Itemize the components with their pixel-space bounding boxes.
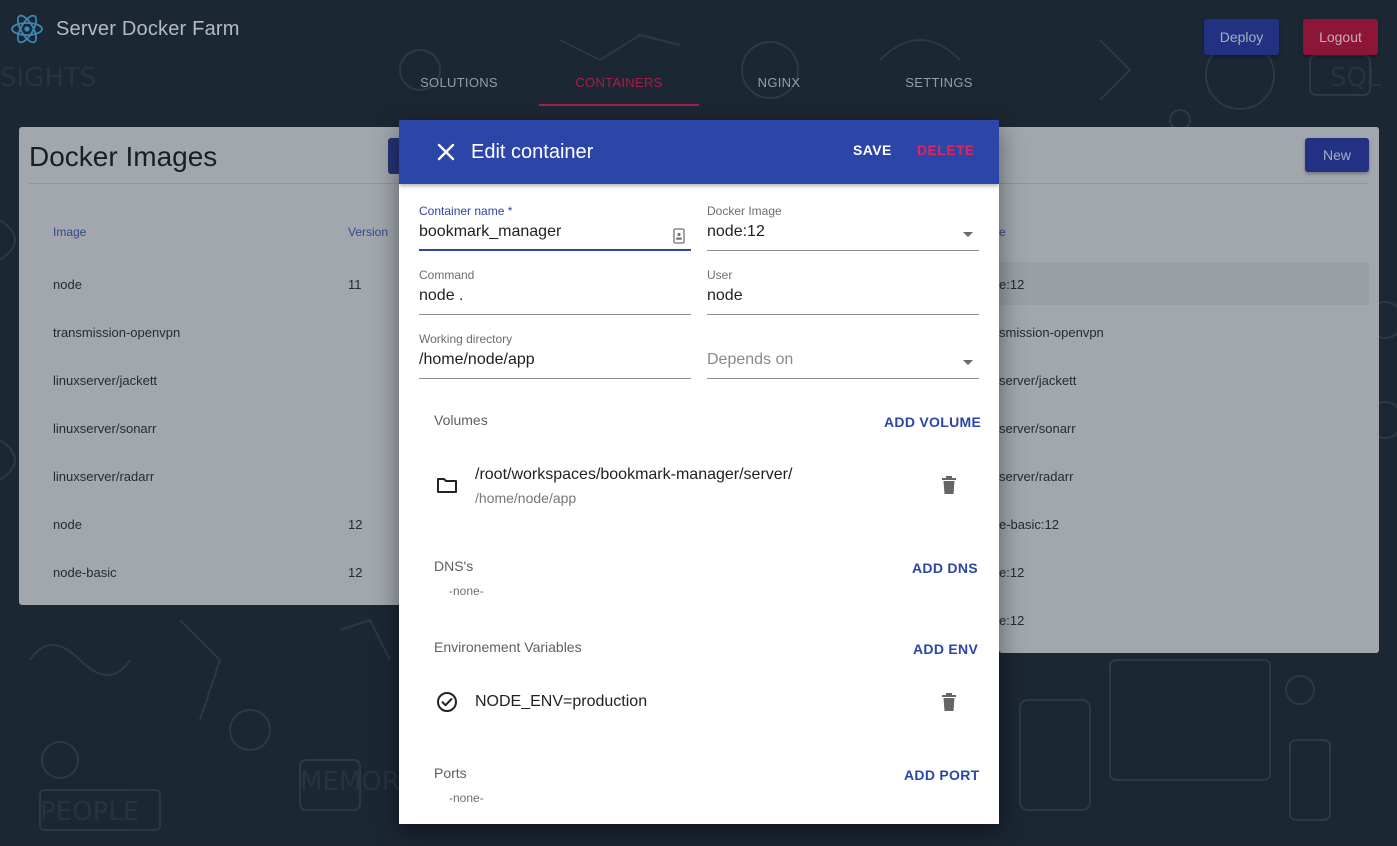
dropdown-arrow-icon[interactable] — [963, 232, 973, 237]
contact-card-icon — [673, 228, 685, 244]
add-env-button[interactable]: ADD ENV — [913, 641, 978, 657]
input-underline — [419, 378, 691, 379]
user-field[interactable]: User node — [707, 268, 979, 315]
dropdown-arrow-icon[interactable] — [963, 360, 973, 365]
container-name-label: Container name * — [419, 204, 513, 218]
input-underline — [419, 249, 691, 251]
volume-host-path: /root/workspaces/bookmark-manager/server… — [475, 466, 793, 483]
env-variable-value: NODE_ENV=production — [475, 693, 648, 710]
folder-icon — [437, 478, 457, 493]
container-name-input[interactable]: bookmark_manager — [419, 220, 691, 244]
volumes-title: Volumes — [434, 412, 488, 428]
close-icon[interactable] — [435, 141, 457, 163]
save-button[interactable]: SAVE — [853, 142, 892, 158]
edit-container-dialog: Edit container SAVE DELETE Container nam… — [399, 120, 999, 824]
depends-on-field[interactable]: Depends on — [707, 332, 979, 379]
check-circle-icon — [437, 692, 457, 712]
input-underline — [707, 250, 979, 251]
add-port-button[interactable]: ADD PORT — [904, 767, 980, 783]
user-input[interactable]: node — [707, 284, 979, 308]
add-volume-button[interactable]: ADD VOLUME — [884, 414, 981, 430]
depends-on-select[interactable]: Depends on — [707, 348, 979, 372]
dialog-toolbar: Edit container SAVE DELETE — [399, 120, 999, 184]
docker-image-select[interactable]: node:12 — [707, 220, 979, 244]
delete-button[interactable]: DELETE — [917, 142, 975, 158]
dns-title: DNS's — [434, 558, 474, 574]
command-field[interactable]: Command node . — [419, 268, 691, 315]
input-underline — [707, 378, 979, 379]
trash-icon[interactable] — [941, 476, 957, 494]
add-dns-button[interactable]: ADD DNS — [912, 560, 978, 576]
env-title: Environement Variables — [434, 639, 582, 655]
input-underline — [707, 314, 979, 315]
trash-icon[interactable] — [941, 693, 957, 711]
ports-title: Ports — [434, 765, 467, 781]
dialog-title: Edit container — [471, 141, 594, 163]
dns-empty-text: -none- — [449, 584, 484, 598]
depends-on-label-spacer — [707, 332, 979, 348]
working-directory-field[interactable]: Working directory /home/node/app — [419, 332, 691, 379]
docker-image-field[interactable]: Docker Image node:12 — [707, 204, 979, 251]
working-directory-input[interactable]: /home/node/app — [419, 348, 691, 372]
input-underline — [419, 314, 691, 315]
container-name-field[interactable]: Container name * bookmark_manager — [419, 204, 691, 251]
user-label: User — [707, 268, 733, 282]
volume-container-path: /home/node/app — [475, 490, 577, 506]
command-label: Command — [419, 268, 475, 282]
ports-empty-text: -none- — [449, 791, 484, 805]
command-input[interactable]: node . — [419, 284, 691, 308]
docker-image-label: Docker Image — [707, 204, 782, 218]
working-directory-label: Working directory — [419, 332, 513, 346]
